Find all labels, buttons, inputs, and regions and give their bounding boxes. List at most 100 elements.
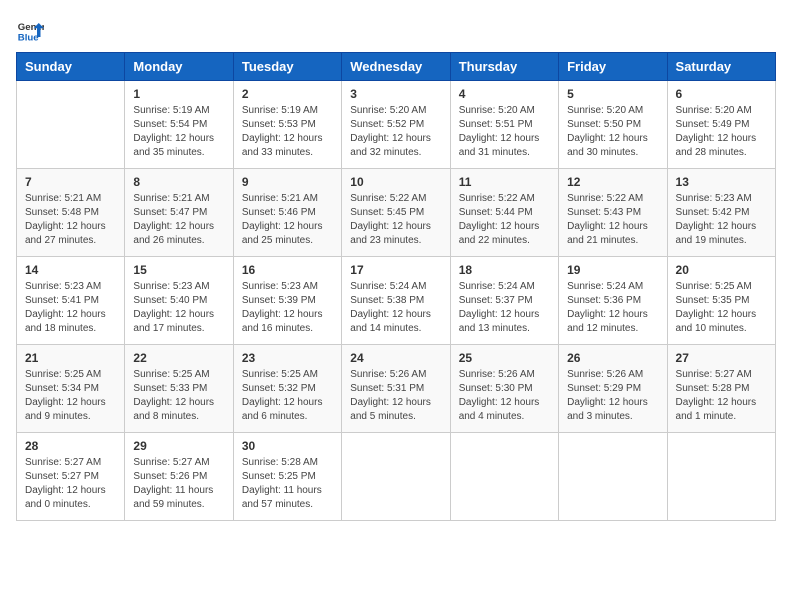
calendar-cell xyxy=(559,433,667,521)
weekday-header: Monday xyxy=(125,53,233,81)
day-number: 11 xyxy=(459,175,550,189)
header-row: SundayMondayTuesdayWednesdayThursdayFrid… xyxy=(17,53,776,81)
day-number: 23 xyxy=(242,351,333,365)
calendar-table: SundayMondayTuesdayWednesdayThursdayFrid… xyxy=(16,52,776,521)
cell-info: Sunrise: 5:25 AM Sunset: 5:32 PM Dayligh… xyxy=(242,368,333,424)
calendar-week-row: 7Sunrise: 5:21 AM Sunset: 5:48 PM Daylig… xyxy=(17,169,776,257)
day-number: 25 xyxy=(459,351,550,365)
calendar-body: 1Sunrise: 5:19 AM Sunset: 5:54 PM Daylig… xyxy=(17,81,776,521)
day-number: 2 xyxy=(242,87,333,101)
day-number: 16 xyxy=(242,263,333,277)
cell-info: Sunrise: 5:24 AM Sunset: 5:36 PM Dayligh… xyxy=(567,280,658,336)
calendar-cell: 9 Sunrise: 5:21 AM Sunset: 5:46 PM Daylig… xyxy=(233,169,341,257)
calendar-cell: 27 Sunrise: 5:27 AM Sunset: 5:28 PM Dayli… xyxy=(667,345,775,433)
cell-info: Sunrise: 5:23 AM Sunset: 5:41 PM Dayligh… xyxy=(25,280,116,336)
cell-info: Sunrise: 5:25 AM Sunset: 5:34 PM Dayligh… xyxy=(25,368,116,424)
cell-info: Sunrise: 5:27 AM Sunset: 5:26 PM Dayligh… xyxy=(133,456,224,512)
calendar-cell: 23 Sunrise: 5:25 AM Sunset: 5:32 PM Dayli… xyxy=(233,345,341,433)
weekday-header: Wednesday xyxy=(342,53,450,81)
calendar-cell: 8 Sunrise: 5:21 AM Sunset: 5:47 PM Daylig… xyxy=(125,169,233,257)
calendar-cell: 26 Sunrise: 5:26 AM Sunset: 5:29 PM Dayli… xyxy=(559,345,667,433)
day-number: 10 xyxy=(350,175,441,189)
day-number: 9 xyxy=(242,175,333,189)
calendar-cell: 5 Sunrise: 5:20 AM Sunset: 5:50 PM Daylig… xyxy=(559,81,667,169)
weekday-header: Sunday xyxy=(17,53,125,81)
cell-info: Sunrise: 5:19 AM Sunset: 5:53 PM Dayligh… xyxy=(242,104,333,160)
calendar-cell: 16 Sunrise: 5:23 AM Sunset: 5:39 PM Dayli… xyxy=(233,257,341,345)
day-number: 5 xyxy=(567,87,658,101)
weekday-header: Saturday xyxy=(667,53,775,81)
cell-info: Sunrise: 5:22 AM Sunset: 5:44 PM Dayligh… xyxy=(459,192,550,248)
day-number: 26 xyxy=(567,351,658,365)
day-number: 6 xyxy=(676,87,767,101)
cell-info: Sunrise: 5:20 AM Sunset: 5:51 PM Dayligh… xyxy=(459,104,550,160)
cell-info: Sunrise: 5:28 AM Sunset: 5:25 PM Dayligh… xyxy=(242,456,333,512)
cell-info: Sunrise: 5:21 AM Sunset: 5:46 PM Dayligh… xyxy=(242,192,333,248)
svg-text:Blue: Blue xyxy=(18,33,39,44)
logo-icon: General Blue xyxy=(16,16,44,44)
cell-info: Sunrise: 5:22 AM Sunset: 5:43 PM Dayligh… xyxy=(567,192,658,248)
calendar-cell: 4 Sunrise: 5:20 AM Sunset: 5:51 PM Daylig… xyxy=(450,81,558,169)
day-number: 18 xyxy=(459,263,550,277)
calendar-cell: 13 Sunrise: 5:23 AM Sunset: 5:42 PM Dayli… xyxy=(667,169,775,257)
calendar-cell: 28 Sunrise: 5:27 AM Sunset: 5:27 PM Dayli… xyxy=(17,433,125,521)
weekday-header: Thursday xyxy=(450,53,558,81)
day-number: 12 xyxy=(567,175,658,189)
calendar-header: SundayMondayTuesdayWednesdayThursdayFrid… xyxy=(17,53,776,81)
cell-info: Sunrise: 5:26 AM Sunset: 5:29 PM Dayligh… xyxy=(567,368,658,424)
calendar-cell: 17Sunrise: 5:24 AM Sunset: 5:38 PM Dayli… xyxy=(342,257,450,345)
day-number: 28 xyxy=(25,439,116,453)
cell-info: Sunrise: 5:23 AM Sunset: 5:42 PM Dayligh… xyxy=(676,192,767,248)
calendar-cell: 1Sunrise: 5:19 AM Sunset: 5:54 PM Daylig… xyxy=(125,81,233,169)
calendar-cell xyxy=(667,433,775,521)
cell-info: Sunrise: 5:19 AM Sunset: 5:54 PM Dayligh… xyxy=(133,104,224,160)
calendar-cell: 3 Sunrise: 5:20 AM Sunset: 5:52 PM Daylig… xyxy=(342,81,450,169)
calendar-cell: 7Sunrise: 5:21 AM Sunset: 5:48 PM Daylig… xyxy=(17,169,125,257)
calendar-week-row: 28 Sunrise: 5:27 AM Sunset: 5:27 PM Dayli… xyxy=(17,433,776,521)
cell-info: Sunrise: 5:27 AM Sunset: 5:28 PM Dayligh… xyxy=(676,368,767,424)
header: General Blue xyxy=(16,16,776,44)
day-number: 27 xyxy=(676,351,767,365)
calendar-cell: 11 Sunrise: 5:22 AM Sunset: 5:44 PM Dayli… xyxy=(450,169,558,257)
cell-info: Sunrise: 5:20 AM Sunset: 5:52 PM Dayligh… xyxy=(350,104,441,160)
calendar-cell: 15 Sunrise: 5:23 AM Sunset: 5:40 PM Dayli… xyxy=(125,257,233,345)
calendar-week-row: 1Sunrise: 5:19 AM Sunset: 5:54 PM Daylig… xyxy=(17,81,776,169)
cell-info: Sunrise: 5:27 AM Sunset: 5:27 PM Dayligh… xyxy=(25,456,116,512)
day-number: 13 xyxy=(676,175,767,189)
cell-info: Sunrise: 5:20 AM Sunset: 5:50 PM Dayligh… xyxy=(567,104,658,160)
cell-info: Sunrise: 5:23 AM Sunset: 5:39 PM Dayligh… xyxy=(242,280,333,336)
day-number: 3 xyxy=(350,87,441,101)
cell-info: Sunrise: 5:24 AM Sunset: 5:38 PM Dayligh… xyxy=(350,280,441,336)
day-number: 15 xyxy=(133,263,224,277)
calendar-cell: 24Sunrise: 5:26 AM Sunset: 5:31 PM Dayli… xyxy=(342,345,450,433)
cell-info: Sunrise: 5:23 AM Sunset: 5:40 PM Dayligh… xyxy=(133,280,224,336)
calendar-cell: 20 Sunrise: 5:25 AM Sunset: 5:35 PM Dayli… xyxy=(667,257,775,345)
calendar-cell: 10 Sunrise: 5:22 AM Sunset: 5:45 PM Dayli… xyxy=(342,169,450,257)
calendar-week-row: 14 Sunrise: 5:23 AM Sunset: 5:41 PM Dayli… xyxy=(17,257,776,345)
calendar-cell: 12 Sunrise: 5:22 AM Sunset: 5:43 PM Dayli… xyxy=(559,169,667,257)
cell-info: Sunrise: 5:25 AM Sunset: 5:35 PM Dayligh… xyxy=(676,280,767,336)
cell-info: Sunrise: 5:26 AM Sunset: 5:30 PM Dayligh… xyxy=(459,368,550,424)
day-number: 8 xyxy=(133,175,224,189)
day-number: 30 xyxy=(242,439,333,453)
day-number: 22 xyxy=(133,351,224,365)
cell-info: Sunrise: 5:21 AM Sunset: 5:47 PM Dayligh… xyxy=(133,192,224,248)
cell-info: Sunrise: 5:22 AM Sunset: 5:45 PM Dayligh… xyxy=(350,192,441,248)
calendar-week-row: 21Sunrise: 5:25 AM Sunset: 5:34 PM Dayli… xyxy=(17,345,776,433)
calendar-cell: 30 Sunrise: 5:28 AM Sunset: 5:25 PM Dayli… xyxy=(233,433,341,521)
day-number: 20 xyxy=(676,263,767,277)
calendar-cell: 6Sunrise: 5:20 AM Sunset: 5:49 PM Daylig… xyxy=(667,81,775,169)
day-number: 14 xyxy=(25,263,116,277)
day-number: 4 xyxy=(459,87,550,101)
weekday-header: Friday xyxy=(559,53,667,81)
cell-info: Sunrise: 5:24 AM Sunset: 5:37 PM Dayligh… xyxy=(459,280,550,336)
calendar-cell: 22Sunrise: 5:25 AM Sunset: 5:33 PM Dayli… xyxy=(125,345,233,433)
calendar-cell: 2 Sunrise: 5:19 AM Sunset: 5:53 PM Daylig… xyxy=(233,81,341,169)
day-number: 29 xyxy=(133,439,224,453)
logo: General Blue xyxy=(16,16,48,44)
calendar-cell: 18 Sunrise: 5:24 AM Sunset: 5:37 PM Dayli… xyxy=(450,257,558,345)
calendar-cell xyxy=(17,81,125,169)
day-number: 7 xyxy=(25,175,116,189)
calendar-cell: 19Sunrise: 5:24 AM Sunset: 5:36 PM Dayli… xyxy=(559,257,667,345)
cell-info: Sunrise: 5:26 AM Sunset: 5:31 PM Dayligh… xyxy=(350,368,441,424)
